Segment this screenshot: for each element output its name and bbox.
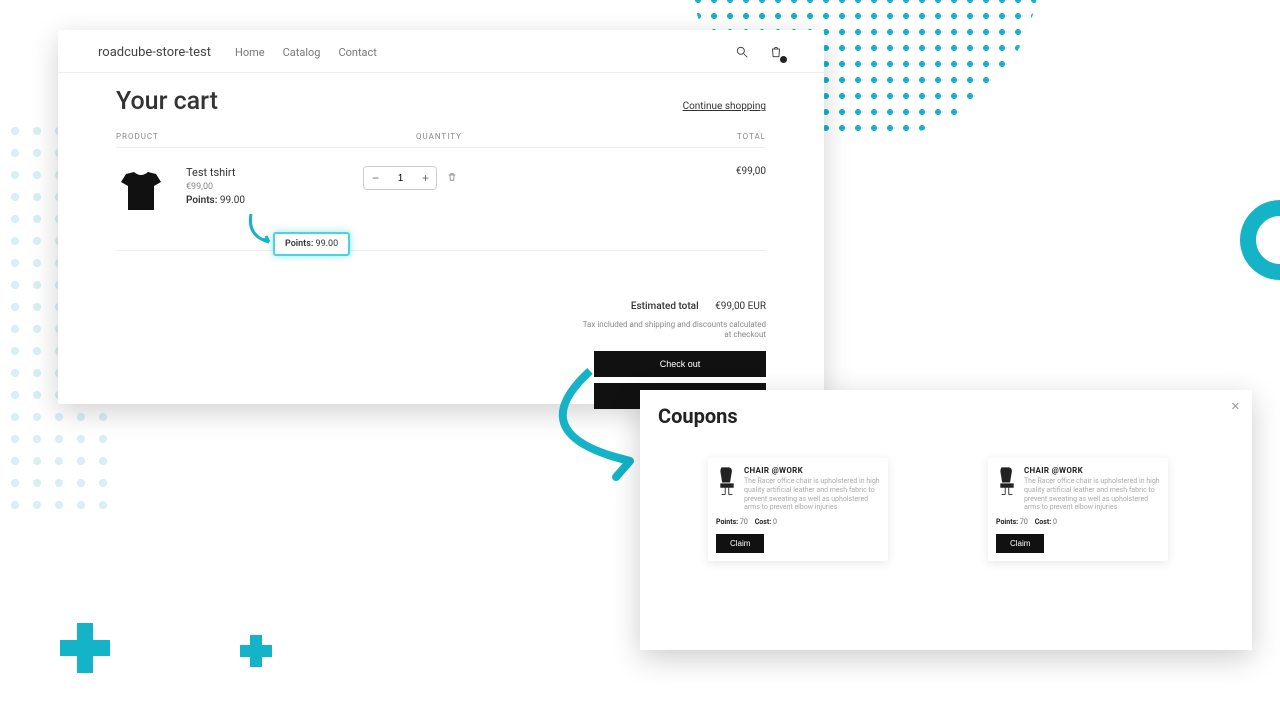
divider [116,250,766,251]
cart-body: Your cart Continue shopping PRODUCT QUAN… [58,73,824,251]
qty-input[interactable] [386,167,414,189]
page-title: Your cart [116,87,218,116]
estimated-total-amount: €99,00 EUR [715,301,766,312]
coupon-card: CHAIR @WORK The Racer office chair is up… [988,458,1168,561]
quantity-stepper[interactable]: − + [363,166,437,190]
chair-icon [716,466,738,498]
estimated-total-label: Estimated total [631,301,699,312]
cart-item-row: Test tshirt €99,00 Points: 99.00 − + €99… [116,148,766,216]
coupon-title: CHAIR @WORK [744,466,880,475]
cart-badge [780,56,787,63]
qty-increase[interactable]: + [414,167,436,189]
nav-home[interactable]: Home [235,46,265,59]
coupon-card: CHAIR @WORK The Racer office chair is up… [708,458,888,561]
claim-button[interactable]: Claim [716,534,764,553]
cart-icon[interactable] [768,44,784,60]
coupon-meta: Points: 70 Cost: 0 [716,518,880,526]
close-icon[interactable]: ✕ [1231,400,1240,413]
bg-ring [1240,200,1280,280]
col-total: TOTAL [596,132,766,141]
bg-plus-small [240,645,272,657]
trash-icon[interactable] [447,171,457,186]
continue-shopping-link[interactable]: Continue shopping [683,101,766,112]
product-points: Points: 99.00 [186,195,245,206]
nav-catalog[interactable]: Catalog [283,46,321,59]
product-price: €99,00 [186,182,245,192]
bg-plus-large [60,640,110,656]
coupon-desc: The Racer office chair is upholstered in… [744,477,880,512]
coupon-title: CHAIR @WORK [1024,466,1160,475]
coupon-grid: CHAIR @WORK The Racer office chair is up… [658,458,1234,561]
coupon-desc: The Racer office chair is upholstered in… [1024,477,1160,512]
coupons-title: Coupons [658,404,1234,428]
nav-contact[interactable]: Contact [338,46,376,59]
cart-columns: PRODUCT QUANTITY TOTAL [116,132,766,141]
search-icon[interactable] [734,44,750,60]
coupon-meta: Points: 70 Cost: 0 [996,518,1160,526]
tax-note: Tax included and shipping and discounts … [576,320,766,341]
product-name: Test tshirt [186,166,245,179]
chair-icon [996,466,1018,498]
line-total: €99,00 [736,166,766,177]
points-callout: Points: 99.00 [273,232,350,256]
product-info: Test tshirt €99,00 Points: 99.00 [186,166,245,206]
coupons-modal: ✕ Coupons CHAIR @WORK The Racer office c… [640,390,1252,650]
col-product: PRODUCT [116,132,416,141]
col-quantity: QUANTITY [416,132,596,141]
quantity-block: − + [363,166,457,190]
claim-button[interactable]: Claim [996,534,1044,553]
totals-block: Estimated total €99,00 EUR Tax included … [58,301,824,341]
cart-window: roadcube-store-test Home Catalog Contact… [58,30,824,404]
qty-decrease[interactable]: − [364,167,386,189]
store-brand: roadcube-store-test [98,45,211,60]
product-image [116,166,166,216]
store-header: roadcube-store-test Home Catalog Contact [58,30,824,73]
